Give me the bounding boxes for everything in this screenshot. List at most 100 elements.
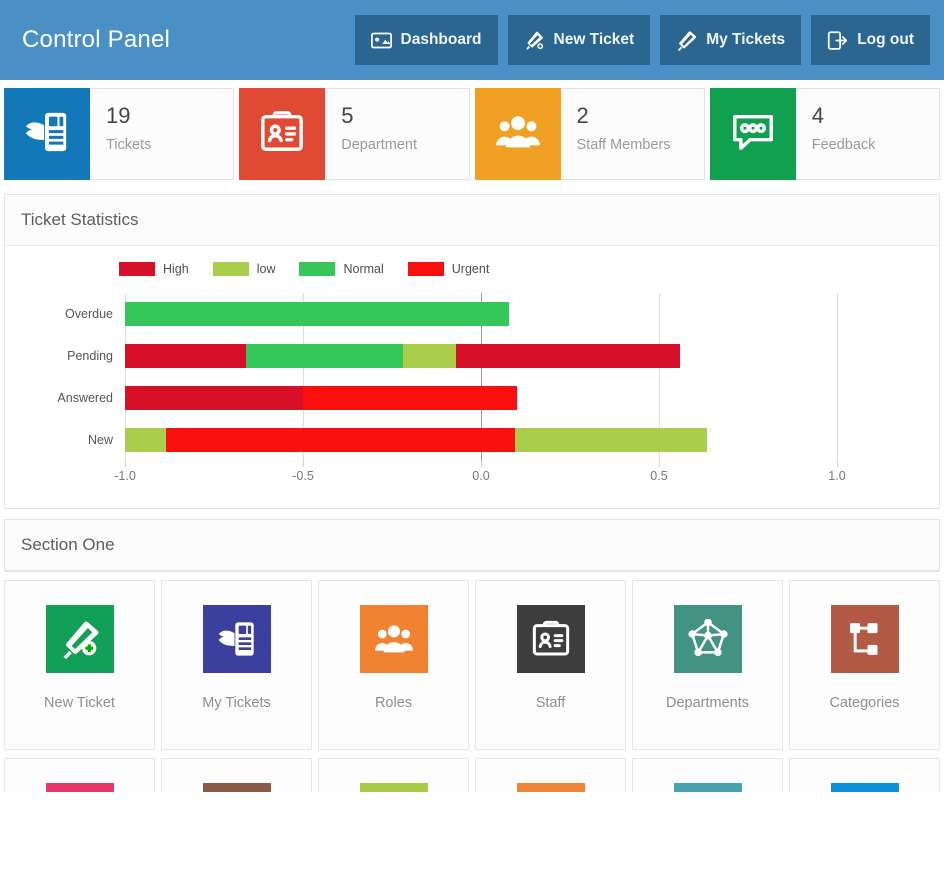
chart-legend-item[interactable]: Urgent	[408, 262, 490, 276]
chart-xtick-mark	[303, 461, 304, 467]
new-ticket-icon	[524, 30, 545, 51]
chart-bar-segment-low[interactable]	[125, 428, 166, 452]
id-clipboard-icon	[259, 109, 305, 160]
shortcut-tiles-row-2	[0, 750, 944, 792]
chart-legend-item[interactable]: low	[213, 262, 276, 276]
download-icon	[831, 783, 899, 792]
nav-new-ticket-label: New Ticket	[554, 31, 635, 49]
shortcut-tile-roles[interactable]: Roles	[318, 580, 469, 750]
chart-bar-segment-high[interactable]	[125, 386, 303, 410]
chart-ytick-label: New	[88, 428, 113, 452]
shortcut-tile-categories[interactable]: Categories	[789, 580, 940, 750]
main-navigation: Dashboard New Ticket My Tickets Log out	[355, 15, 930, 65]
stat-icon-wrap-tickets	[4, 88, 90, 180]
stat-icon-wrap-feedback	[710, 88, 796, 180]
stat-card-tickets[interactable]: 19 Tickets	[4, 88, 234, 180]
user-icon	[203, 783, 271, 792]
section-one-title: Section One	[5, 520, 939, 571]
stat-value-staff: 2	[577, 103, 704, 129]
shortcut-tile-label: Categories	[825, 695, 903, 711]
chart-xtick-label: -0.5	[292, 469, 314, 483]
chart-bar-segment-urgent[interactable]	[166, 428, 515, 452]
page-title: Control Panel	[22, 26, 355, 54]
chart-ytick-label: Pending	[67, 344, 113, 368]
ticket-statistics-chart: HighlowNormalUrgent -1.0-0.50.00.51.0Ove…	[5, 246, 939, 508]
chart-xtick-mark	[481, 461, 482, 467]
shortcut-tile-label: New Ticket	[40, 695, 119, 711]
ticket-statistics-title: Ticket Statistics	[5, 195, 939, 246]
chart-bar-segment-urgent[interactable]	[303, 386, 517, 410]
nav-logout-button[interactable]: Log out	[811, 15, 930, 65]
dashboard-icon	[371, 30, 392, 51]
chart-bar-segment-normal[interactable]	[246, 344, 403, 368]
stat-body-feedback: 4 Feedback	[796, 89, 939, 179]
legend-label: Urgent	[452, 262, 490, 276]
chart-bar-segment-low[interactable]	[515, 428, 707, 452]
new-ticket-icon	[46, 605, 114, 673]
chart-ytick-label: Answered	[57, 386, 113, 410]
shortcut-tile-label: Roles	[371, 695, 416, 711]
id-clipboard-icon	[517, 605, 585, 673]
shortcut-tile-new-ticket[interactable]: New Ticket	[4, 580, 155, 750]
shortcut-tile-my-tickets[interactable]: My Tickets	[161, 580, 312, 750]
bell-icon	[517, 783, 585, 792]
network-icon	[674, 605, 742, 673]
legend-swatch-low	[213, 262, 249, 276]
chart-bar-row: Overdue	[125, 302, 837, 326]
nav-my-tickets-button[interactable]: My Tickets	[660, 15, 801, 65]
shortcut-tiles-row-2-clip	[0, 750, 944, 792]
stat-label-feedback: Feedback	[812, 137, 939, 153]
shortcut-tile[interactable]	[4, 758, 155, 792]
chart-bar-segment-high[interactable]	[125, 344, 246, 368]
chart-plot-area: -1.0-0.50.00.51.0OverduePendingAnsweredN…	[125, 293, 837, 461]
chart-bar-row: Pending	[125, 344, 837, 368]
stat-body-staff: 2 Staff Members	[561, 89, 704, 179]
shortcut-tile-label: Departments	[662, 695, 753, 711]
shortcut-tile[interactable]	[632, 758, 783, 792]
stat-card-department[interactable]: 5 Department	[239, 88, 469, 180]
my-tickets-icon	[676, 30, 697, 51]
chart-xtick-label: 0.0	[472, 469, 489, 483]
legend-swatch-high	[119, 262, 155, 276]
logout-icon	[827, 30, 848, 51]
upload-icon	[360, 783, 428, 792]
legend-label: Normal	[343, 262, 383, 276]
chart-ytick-label: Overdue	[65, 302, 113, 326]
nav-dashboard-label: Dashboard	[401, 31, 482, 49]
shortcut-tile-label: Staff	[532, 695, 570, 711]
shortcut-tile[interactable]	[161, 758, 312, 792]
users-icon	[360, 605, 428, 673]
nav-new-ticket-button[interactable]: New Ticket	[508, 15, 651, 65]
shortcut-tile[interactable]	[318, 758, 469, 792]
chart-gridline	[837, 293, 838, 461]
nav-my-tickets-label: My Tickets	[706, 31, 785, 49]
stat-card-staff-members[interactable]: 2 Staff Members	[475, 88, 705, 180]
chart-legend-item[interactable]: High	[119, 262, 189, 276]
chart-bar-segment-low[interactable]	[403, 344, 456, 368]
chart-legend-item[interactable]: Normal	[299, 262, 383, 276]
stat-label-staff: Staff Members	[577, 137, 704, 153]
shortcut-tile[interactable]	[475, 758, 626, 792]
chart-bar-segment-high[interactable]	[456, 344, 680, 368]
chart-legend: High low Normal Urgent	[119, 262, 489, 276]
section-one-panel: Section One	[4, 519, 940, 572]
legend-label: low	[257, 262, 276, 276]
shortcut-tile[interactable]	[789, 758, 940, 792]
stat-card-feedback[interactable]: 4 Feedback	[710, 88, 940, 180]
shortcut-tile-departments[interactable]: Departments	[632, 580, 783, 750]
shortcut-tile-label: My Tickets	[198, 695, 274, 711]
ticket-hand-icon	[24, 109, 70, 160]
chart-xtick-label: 0.5	[650, 469, 667, 483]
ticket-statistics-panel: Ticket Statistics HighlowNormalUrgent -1…	[4, 194, 940, 509]
stat-value-feedback: 4	[812, 103, 939, 129]
chart-xtick-mark	[659, 461, 660, 467]
stat-cards: 19 Tickets 5 Department 2 Staff Members	[0, 80, 944, 184]
chart-xtick-mark	[125, 461, 126, 467]
nav-dashboard-button[interactable]: Dashboard	[355, 15, 498, 65]
ticket-statistics-body: HighlowNormalUrgent -1.0-0.50.00.51.0Ove…	[5, 246, 939, 508]
shortcut-tile-staff[interactable]: Staff	[475, 580, 626, 750]
chart-bar-segment-normal[interactable]	[125, 302, 509, 326]
stat-body-tickets: 19 Tickets	[90, 89, 233, 179]
legend-swatch-urgent	[408, 262, 444, 276]
legend-swatch-normal	[299, 262, 335, 276]
